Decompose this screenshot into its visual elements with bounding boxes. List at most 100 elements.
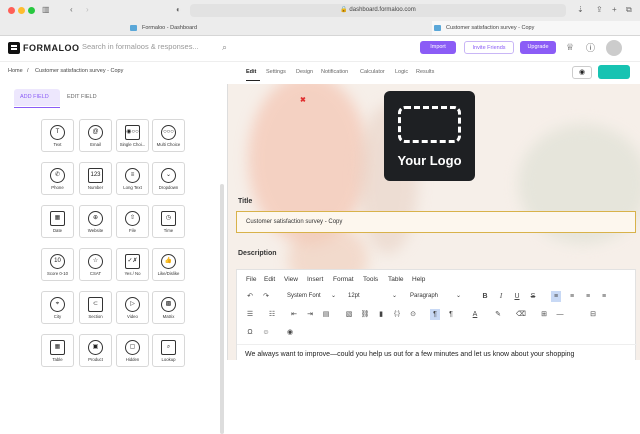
editor-menu-help[interactable]: Help	[412, 276, 425, 283]
upgrade-button[interactable]: Upgrade	[520, 41, 556, 54]
font-family-select[interactable]: System Font ⌄	[284, 291, 340, 302]
align-left-icon[interactable]: ≡	[551, 291, 561, 302]
tab-settings[interactable]: Settings	[266, 69, 286, 75]
link-icon[interactable]: ⛓	[360, 310, 370, 319]
emoji-icon[interactable]: ☺	[261, 328, 271, 337]
preview-icon[interactable]: ◉	[285, 328, 295, 337]
share-icon[interactable]: ⇪	[596, 4, 603, 16]
avatar[interactable]	[606, 40, 622, 56]
tab-calculator[interactable]: Calculator	[360, 69, 385, 75]
align-right-icon[interactable]: ≡	[583, 292, 593, 301]
invite-friends-button[interactable]: Invite Friends	[464, 41, 514, 54]
field-tile-dropdown[interactable]: ⌄ Dropdown	[152, 162, 185, 195]
text-color-icon[interactable]: A	[470, 310, 480, 319]
field-tile-section[interactable]: ⊂ Section	[79, 291, 112, 324]
editor-menu-insert[interactable]: Insert	[307, 276, 323, 283]
preview-eye-icon[interactable]: ◉	[572, 66, 592, 79]
block-format-select[interactable]: Paragraph ⌄	[407, 291, 465, 302]
horizontal-rule-icon[interactable]: —	[555, 310, 565, 319]
table-icon[interactable]: ⊞	[539, 310, 549, 319]
maximize-window-button[interactable]	[28, 7, 35, 14]
new-tab-icon[interactable]: +	[612, 4, 617, 16]
numbered-list-icon[interactable]: ☷	[267, 310, 277, 319]
tab-results[interactable]: Results	[416, 69, 434, 75]
import-button[interactable]: Import	[420, 41, 456, 54]
field-tile-city[interactable]: ⌖ City	[41, 291, 74, 324]
browser-tab-dashboard[interactable]: Formaloo - Dashboard	[128, 21, 318, 35]
field-tile-multi-choice[interactable]: ○○○ Multi Choice	[152, 119, 185, 152]
editor-menu-file[interactable]: File	[246, 276, 256, 283]
italic-icon[interactable]: I	[496, 292, 506, 301]
field-tile-text[interactable]: T Text	[41, 119, 74, 152]
bold-icon[interactable]: B	[480, 292, 490, 301]
publish-button[interactable]	[598, 65, 630, 79]
editor-menu-table[interactable]: Table	[388, 276, 404, 283]
browser-tab-survey[interactable]: Customer satisfaction survey - Copy	[432, 21, 640, 35]
field-tile-matrix[interactable]: ▩ Matrix	[152, 291, 185, 324]
outdent-icon[interactable]: ⇤	[289, 310, 299, 319]
field-tile-file[interactable]: ⇧ File	[116, 205, 149, 238]
undo-icon[interactable]: ↶	[245, 292, 255, 301]
field-tile-website[interactable]: ⊕ Website	[79, 205, 112, 238]
editor-menu-view[interactable]: View	[284, 276, 298, 283]
align-center-icon[interactable]: ≡	[567, 292, 577, 301]
font-size-select[interactable]: 12pt ⌄	[345, 291, 401, 302]
back-icon[interactable]: ‹	[70, 4, 73, 16]
search-input[interactable]: Search in formaloos & responses...	[82, 42, 199, 51]
bookmark-icon[interactable]: ▮	[376, 310, 386, 319]
highlight-icon[interactable]: ✎	[493, 310, 503, 319]
editor-menu-tools[interactable]: Tools	[363, 276, 378, 283]
close-window-button[interactable]	[8, 7, 15, 14]
page-break-icon[interactable]: ⊟	[588, 310, 598, 319]
align-justify-icon[interactable]: ≡	[599, 292, 609, 301]
remove-background-icon[interactable]: ✖	[300, 96, 306, 104]
title-field[interactable]: Customer satisfaction survey - Copy	[236, 211, 636, 233]
sidebar-toggle-icon[interactable]: ▥	[42, 4, 50, 16]
search-icon[interactable]: ⌕	[222, 42, 227, 53]
field-tile-video[interactable]: ▷ Video	[116, 291, 149, 324]
editor-menu-edit[interactable]: Edit	[264, 276, 275, 283]
panel-scrollbar[interactable]	[220, 184, 224, 434]
field-tile-number[interactable]: 123 Number	[79, 162, 112, 195]
help-icon[interactable]: ⓘ	[586, 41, 595, 54]
field-tile-yes-no[interactable]: ✓✗ Yes / No	[116, 248, 149, 281]
tab-logic[interactable]: Logic	[395, 69, 408, 75]
description-editor[interactable]: File Edit View Insert Format Tools Table…	[236, 269, 637, 360]
field-tile-date[interactable]: ▦ Date	[41, 205, 74, 238]
field-tile-score-0-10[interactable]: 10 Score 0-10	[41, 248, 74, 281]
download-icon[interactable]: ⇣	[577, 4, 584, 16]
shield-icon[interactable]: ◐	[176, 4, 181, 16]
tab-notification[interactable]: Notification	[321, 69, 348, 75]
rtl-icon[interactable]: ¶	[446, 310, 456, 319]
redo-icon[interactable]: ↷	[261, 292, 271, 301]
tab-overview-icon[interactable]: ⧉	[626, 4, 632, 16]
field-tile-hidden[interactable]: ▢ Hidden	[116, 334, 149, 367]
field-tile-product[interactable]: ▣ Product	[79, 334, 112, 367]
strikethrough-icon[interactable]: S	[528, 292, 538, 301]
paste-icon[interactable]: ▤	[321, 310, 331, 319]
field-tile-like-dislike[interactable]: 👍 Like/Dislike	[152, 248, 185, 281]
formaloo-logo[interactable]: FORMALOO	[8, 41, 80, 55]
breadcrumb-home[interactable]: Home	[8, 68, 23, 74]
underline-icon[interactable]: U	[512, 292, 522, 301]
ltr-icon[interactable]: ¶	[430, 309, 440, 320]
tab-edit[interactable]: Edit	[246, 69, 256, 75]
field-tile-phone[interactable]: ✆ Phone	[41, 162, 74, 195]
field-tile-table[interactable]: ▦ Table	[41, 334, 74, 367]
logo-placeholder[interactable]: Your Logo	[384, 91, 475, 181]
bullet-list-icon[interactable]: ☰	[245, 310, 255, 319]
trophy-icon[interactable]: ♕	[566, 42, 574, 53]
address-bar[interactable]: 🔒 dashboard.formaloo.com	[190, 4, 566, 17]
forward-icon[interactable]: ›	[86, 4, 89, 16]
field-tile-lookup[interactable]: ⌕ Lookup	[152, 334, 185, 367]
minimize-window-button[interactable]	[18, 7, 25, 14]
special-character-icon[interactable]: Ω	[245, 328, 255, 337]
field-tile-email[interactable]: @ Email	[79, 119, 112, 152]
clear-format-icon[interactable]: ⌫	[516, 310, 526, 319]
tab-edit-field[interactable]: EDIT FIELD	[61, 89, 107, 106]
editor-menu-format[interactable]: Format	[333, 276, 354, 283]
field-tile-csat[interactable]: ☆ CSAT	[79, 248, 112, 281]
description-text[interactable]: We always want to improve—could you help…	[245, 351, 574, 358]
field-tile-single-choi[interactable]: ◉○○ Single Choi...	[116, 119, 149, 152]
image-icon[interactable]: ▧	[344, 310, 354, 319]
